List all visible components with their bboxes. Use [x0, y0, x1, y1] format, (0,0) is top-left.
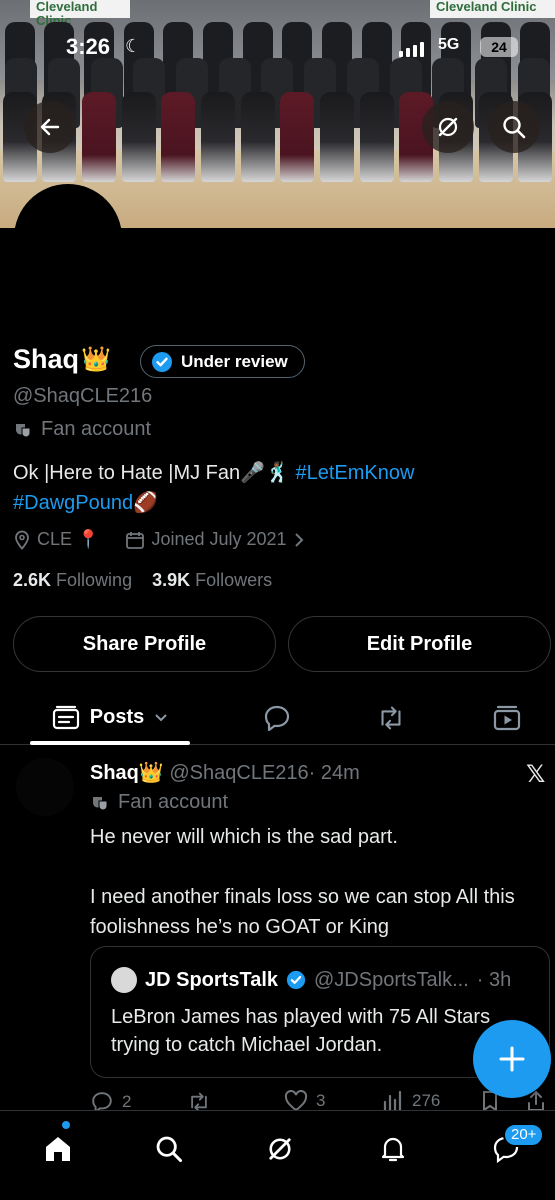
signal-icon	[399, 42, 424, 57]
nav-search[interactable]	[151, 1131, 187, 1167]
following-link[interactable]: 2.6K Following	[13, 570, 132, 590]
quoted-author-name: JD SportsTalk	[145, 968, 278, 991]
quoted-author-avatar	[111, 967, 137, 993]
bar-chart-icon	[383, 1090, 402, 1112]
posts-tab-icon	[52, 705, 79, 729]
compose-button[interactable]	[473, 1020, 551, 1098]
following-label: Following	[56, 570, 133, 590]
tab-posts-label: Posts	[89, 706, 145, 728]
quoted-author-handle: @JDSportsTalk...	[314, 968, 469, 991]
profile-location: CLE 📍	[37, 529, 100, 549]
quoted-post-header: JD SportsTalk @JDSportsTalk... · 3h	[111, 967, 511, 993]
grok-icon	[269, 1138, 291, 1160]
followers-label: Followers	[195, 570, 273, 590]
arrow-left-icon	[40, 118, 60, 136]
profile-handle: @ShaqCLE216	[13, 385, 153, 407]
quoted-post-time: · 3h	[476, 968, 512, 991]
search-icon	[503, 116, 526, 139]
banner-sign-left: Cleveland Clinic	[30, 0, 130, 28]
grok-button[interactable]	[422, 101, 474, 153]
moon-icon: ☾	[125, 36, 142, 56]
post-author-handle: @ShaqCLE216	[169, 762, 309, 784]
bottom-navigation: 20+	[0, 1110, 555, 1200]
profile-avatar[interactable]	[14, 184, 122, 292]
reply-icon	[264, 705, 290, 732]
post-author-crown: 👑	[138, 762, 164, 784]
profile-tabs: Posts	[0, 690, 555, 745]
account-label-row: Fan account	[13, 418, 151, 441]
masks-icon	[16, 423, 31, 437]
post-time: · 24m	[308, 762, 360, 784]
like-button[interactable]: 3	[284, 1090, 325, 1112]
active-tab-indicator	[30, 741, 190, 745]
nav-notifications[interactable]	[375, 1131, 411, 1167]
followers-count: 3.9K	[152, 570, 191, 590]
video-icon	[493, 705, 521, 731]
bio-text: Ok |Here to Hate |MJ Fan🎤🕺🏾	[13, 462, 296, 484]
edit-profile-button[interactable]: Edit Profile	[288, 616, 551, 672]
heart-icon	[284, 1090, 308, 1112]
account-label: Fan account	[41, 418, 152, 440]
search-icon	[156, 1136, 183, 1163]
bio-line-1: Ok |Here to Hate |MJ Fan🎤🕺🏾 #LetEmKnow	[13, 460, 414, 485]
search-button[interactable]	[488, 101, 540, 153]
tab-reposts[interactable]	[375, 702, 407, 734]
home-notification-dot	[62, 1121, 70, 1129]
post-body[interactable]: He never will which is the sad part. I n…	[90, 822, 540, 942]
post-text-line-2: I need another finals loss so we can sto…	[90, 886, 515, 938]
plus-icon	[499, 1046, 525, 1072]
tab-posts[interactable]: Posts	[30, 690, 190, 745]
view-count: 276	[412, 1091, 441, 1110]
post-text-line-1: He never will which is the sad part.	[90, 826, 398, 848]
x-logo-icon: 𝕏	[526, 761, 546, 788]
post-account-label: Fan account	[118, 791, 229, 813]
messages-badge: 20+	[503, 1123, 545, 1147]
location-pin-icon	[15, 530, 29, 550]
grok-icon	[438, 117, 458, 137]
helmet-emoji: 🏈	[133, 492, 158, 514]
chevron-right-icon[interactable]	[293, 532, 305, 548]
bio-line-2: #DawgPound🏈	[13, 490, 158, 515]
verification-status-badge[interactable]: Under review	[140, 345, 305, 378]
share-profile-button[interactable]: Share Profile	[13, 616, 276, 672]
battery-indicator: 24	[480, 37, 518, 57]
nav-home[interactable]	[40, 1131, 76, 1167]
home-icon	[46, 1137, 70, 1161]
verification-label: Under review	[181, 351, 288, 371]
followers-link[interactable]: 3.9K Followers	[152, 570, 272, 590]
post-author-avatar[interactable]	[16, 758, 74, 816]
nav-grok[interactable]	[262, 1131, 298, 1167]
bell-icon	[381, 1137, 405, 1162]
profile-meta-row: CLE 📍 Joined July 2021	[13, 529, 305, 550]
hashtag-letemknow[interactable]: #LetEmKnow	[296, 462, 415, 484]
post-header: Shaq👑 @ShaqCLE216· 24m	[90, 760, 360, 785]
banner-sign-right: Cleveland Clinic	[430, 0, 555, 18]
hashtag-dawgpound[interactable]: #DawgPound	[13, 492, 133, 514]
crown-emoji: 👑	[81, 346, 111, 373]
verified-check-icon	[286, 970, 306, 990]
profile-name-row: Shaq 👑	[13, 344, 111, 375]
reply-count: 2	[122, 1092, 132, 1111]
repost-icon	[381, 706, 401, 730]
verified-check-icon	[152, 351, 172, 372]
profile-name: Shaq	[13, 344, 80, 374]
tab-media[interactable]	[491, 702, 523, 734]
like-count: 3	[316, 1091, 326, 1110]
post-author-name[interactable]: Shaq	[90, 762, 139, 784]
status-time: 3:26	[66, 34, 111, 59]
back-button[interactable]	[24, 101, 76, 153]
tab-replies[interactable]	[261, 702, 293, 734]
profile-joined-date: Joined July 2021	[151, 529, 287, 549]
chevron-down-icon	[155, 713, 167, 721]
calendar-icon	[126, 531, 145, 549]
masks-icon	[93, 796, 108, 810]
views-button[interactable]: 276	[382, 1090, 440, 1112]
status-bar: 3:26 ☾ 5G 24	[0, 34, 555, 60]
network-label: 5G	[438, 36, 460, 53]
follow-counts: 2.6K Following 3.9K Followers	[13, 570, 272, 591]
following-count: 2.6K	[13, 570, 52, 590]
post-account-label-row: Fan account	[90, 791, 228, 814]
